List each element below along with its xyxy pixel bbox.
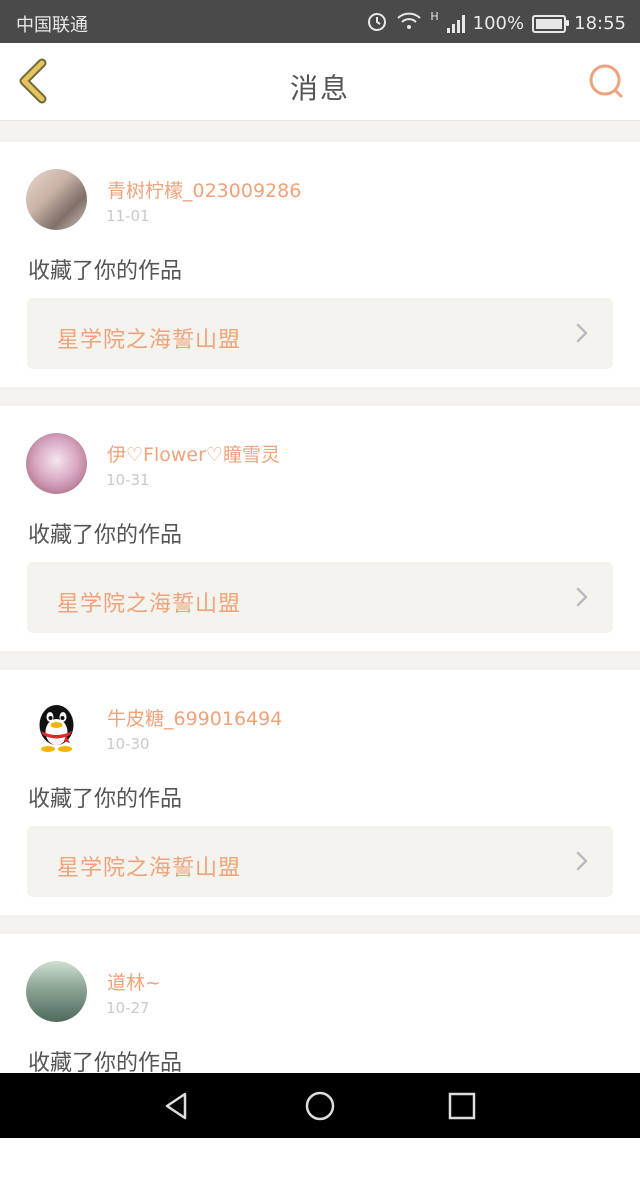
clock: 18:55	[574, 13, 626, 34]
avatar[interactable]	[26, 697, 87, 758]
work-link[interactable]: 星学院之海誓山盟	[27, 562, 613, 633]
status-bar: 中国联通 H 100% 18:55	[0, 0, 640, 43]
nav-back-button[interactable]	[161, 1090, 193, 1122]
message-action: 收藏了你的作品	[28, 523, 183, 548]
avatar[interactable]	[26, 169, 87, 230]
app-header: 消息	[0, 43, 640, 121]
work-link[interactable]: 星学院之海誓山盟	[27, 298, 613, 369]
avatar[interactable]	[26, 961, 87, 1022]
nav-back-icon	[165, 1092, 187, 1120]
work-title: 星学院之海誓山盟	[57, 328, 242, 353]
message-action: 收藏了你的作品	[28, 259, 183, 284]
nav-recents-icon	[448, 1092, 476, 1120]
work-link[interactable]: 星学院之海誓山盟	[27, 826, 613, 897]
network-type-label: H	[430, 10, 439, 23]
username[interactable]: 青树柠檬_023009286	[107, 176, 301, 203]
status-icons: H 100% 18:55	[366, 10, 626, 37]
username[interactable]: 伊♡Flower♡瞳雪灵	[107, 440, 280, 467]
penguin-avatar-icon	[39, 705, 74, 752]
chevron-right-icon	[576, 587, 588, 607]
nav-home-button[interactable]	[304, 1090, 336, 1122]
message-card: 道林~ 10-27 收藏了你的作品	[0, 934, 640, 1179]
carrier-label: 中国联通	[16, 15, 88, 36]
chevron-right-icon	[576, 323, 588, 343]
message-date: 11-01	[106, 207, 150, 225]
search-button[interactable]	[586, 61, 626, 101]
message-date: 10-30	[106, 735, 150, 753]
chevron-right-icon	[576, 851, 588, 871]
wifi-icon	[396, 11, 422, 36]
avatar[interactable]	[26, 433, 87, 494]
signal-icon	[446, 14, 465, 33]
search-icon	[589, 64, 623, 98]
message-action: 收藏了你的作品	[28, 787, 183, 812]
system-nav-bar	[0, 1073, 640, 1138]
battery-icon	[532, 14, 570, 33]
battery-percent: 100%	[472, 13, 525, 34]
nav-home-icon	[305, 1091, 335, 1121]
nav-recents-button[interactable]	[446, 1090, 478, 1122]
message-date: 10-27	[106, 999, 150, 1017]
message-card: 牛皮糖_699016494 10-30 收藏了你的作品 星学院之海誓山盟	[0, 670, 640, 915]
work-title: 星学院之海誓山盟	[57, 592, 242, 617]
username[interactable]: 牛皮糖_699016494	[107, 704, 282, 731]
work-title: 星学院之海誓山盟	[57, 856, 242, 881]
message-card: 青树柠檬_023009286 11-01 收藏了你的作品 星学院之海誓山盟	[0, 142, 640, 387]
page-title: 消息	[289, 72, 350, 105]
message-date: 10-31	[106, 471, 150, 489]
alarm-icon	[366, 10, 388, 37]
message-card: 伊♡Flower♡瞳雪灵 10-31 收藏了你的作品 星学院之海誓山盟	[0, 406, 640, 651]
username[interactable]: 道林~	[107, 968, 161, 995]
